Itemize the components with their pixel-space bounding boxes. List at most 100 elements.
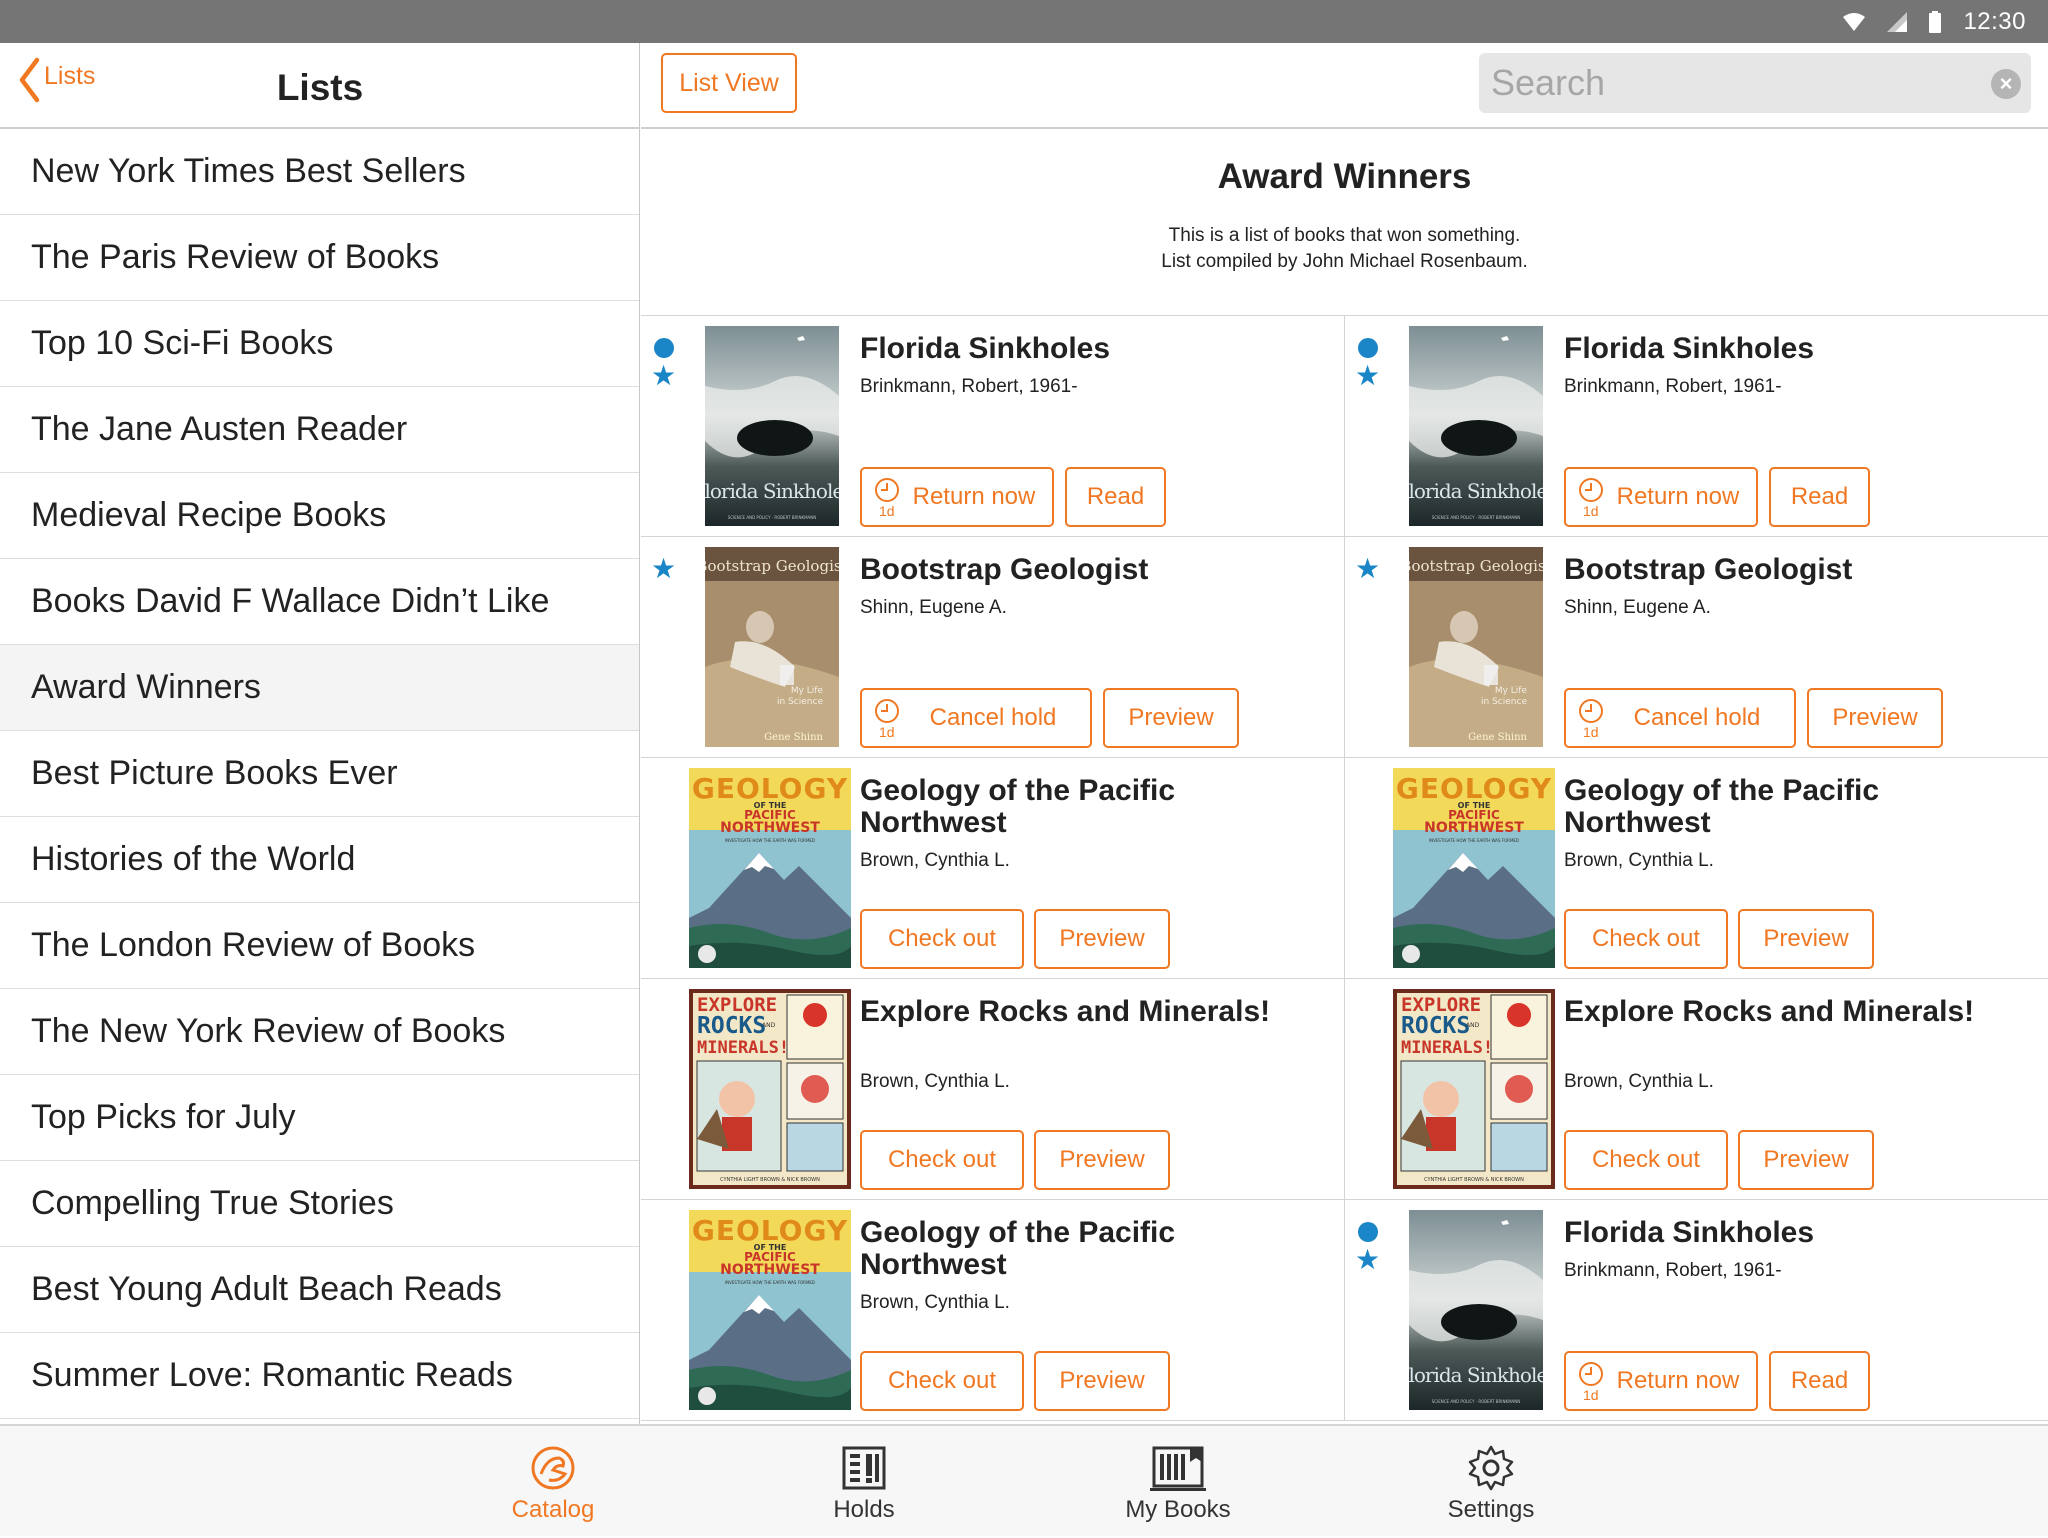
cover-title: Florida Sinkholes bbox=[1409, 1363, 1543, 1387]
preview-button[interactable]: Preview bbox=[1738, 1130, 1874, 1190]
book-card: ★ Bootstrap Geologist My Life in Science… bbox=[641, 537, 1345, 758]
button-label: Check out bbox=[1591, 925, 1701, 952]
book-cover[interactable]: Bootstrap Geologist My Life in Science G… bbox=[1409, 547, 1543, 747]
list-item[interactable]: Top 10 Sci-Fi Books bbox=[0, 301, 639, 387]
book-title[interactable]: Explore Rocks and Minerals! bbox=[860, 996, 1300, 1028]
button-label: Cancel hold bbox=[929, 704, 1057, 731]
preview-button[interactable]: Preview bbox=[1807, 688, 1943, 748]
svg-text:Bootstrap Geologist: Bootstrap Geologist bbox=[1409, 557, 1543, 575]
check-out-button[interactable]: Check out bbox=[1564, 1130, 1728, 1190]
book-title[interactable]: Bootstrap Geologist bbox=[1564, 554, 2004, 586]
button-label: Cancel hold bbox=[1633, 704, 1761, 731]
svg-text:SCIENCE AND POLICY · ROBERT BR: SCIENCE AND POLICY · ROBERT BRINKMANN bbox=[1432, 515, 1521, 520]
svg-text:SCIENCE AND POLICY · ROBERT BR: SCIENCE AND POLICY · ROBERT BRINKMANN bbox=[1432, 1399, 1521, 1404]
list-item[interactable]: Histories of the World bbox=[0, 817, 639, 903]
book-title[interactable]: Bootstrap Geologist bbox=[860, 554, 1300, 586]
preview-button[interactable]: Preview bbox=[1103, 688, 1239, 748]
book-cover[interactable]: GEOLOGY OF THE PACIFIC NORTHWEST INVESTI… bbox=[689, 1210, 851, 1410]
svg-text:My Life: My Life bbox=[791, 686, 824, 696]
list-item[interactable]: Best Picture Books Ever bbox=[0, 731, 639, 817]
button-label: Preview bbox=[1763, 925, 1849, 952]
tab-settings[interactable]: Settings bbox=[1391, 1426, 1591, 1538]
tab-my-books[interactable]: My Books bbox=[1078, 1426, 1278, 1538]
book-cover[interactable]: EXPLORE ROCKS AND MINERALS! CYNTHIA LIGH… bbox=[689, 989, 851, 1189]
book-card: ★ Bootstrap Geologist My Life in Science… bbox=[1345, 537, 2048, 758]
return-now-button[interactable]: 1d Return now bbox=[1564, 1351, 1758, 1411]
book-title[interactable]: Geology of the Pacific Northwest bbox=[860, 1217, 1300, 1281]
tab-catalog[interactable]: Catalog bbox=[453, 1426, 653, 1538]
list-item[interactable]: The Jane Austen Reader bbox=[0, 387, 639, 473]
search-input[interactable] bbox=[1479, 62, 1959, 104]
book-cover[interactable]: Florida Sinkholes SCIENCE AND POLICY · R… bbox=[1409, 1210, 1543, 1410]
lists-sidebar: Lists Lists New York Times Best Sellers T… bbox=[0, 43, 640, 1424]
book-author: Brown, Cynthia L. bbox=[860, 1292, 1010, 1313]
list-item[interactable]: Compelling True Stories bbox=[0, 1161, 639, 1247]
status-time: 12:30 bbox=[1963, 7, 2026, 35]
button-label: Return now bbox=[912, 483, 1036, 510]
book-card: GEOLOGY OF THE PACIFIC NORTHWEST INVESTI… bbox=[641, 1200, 1345, 1421]
button-label: Preview bbox=[1832, 704, 1918, 731]
list-item[interactable]: Top Picks for July bbox=[0, 1075, 639, 1161]
return-now-button[interactable]: 1d Return now bbox=[1564, 467, 1758, 527]
check-out-button[interactable]: Check out bbox=[860, 1351, 1024, 1411]
list-item[interactable]: The New York Review of Books bbox=[0, 989, 639, 1075]
read-button[interactable]: Read bbox=[1769, 467, 1870, 527]
list-item[interactable]: The Paris Review of Books bbox=[0, 215, 639, 301]
button-label: Return now bbox=[1616, 483, 1740, 510]
list-item[interactable]: Medieval Recipe Books bbox=[0, 473, 639, 559]
button-label: Check out bbox=[887, 1146, 997, 1173]
book-cover[interactable]: Florida Sinkholes SCIENCE AND POLICY · R… bbox=[705, 326, 839, 526]
button-label: Return now bbox=[1616, 1367, 1740, 1394]
loan-duration-badge: 1d bbox=[1583, 1387, 1599, 1403]
book-cover[interactable]: Florida Sinkholes SCIENCE AND POLICY · R… bbox=[1409, 326, 1543, 526]
return-now-button[interactable]: 1d Return now bbox=[860, 467, 1054, 527]
book-author: Brinkmann, Robert, 1961- bbox=[1564, 1260, 1782, 1281]
bottom-tab-bar: Catalog Holds My Books Settings bbox=[0, 1424, 2048, 1536]
star-icon: ★ bbox=[651, 553, 677, 584]
check-out-button[interactable]: Check out bbox=[860, 1130, 1024, 1190]
list-description: This is a list of books that won somethi… bbox=[1168, 225, 1521, 246]
book-cover[interactable]: EXPLORE ROCKS AND MINERALS! CYNTHIA LIGH… bbox=[1393, 989, 1555, 1189]
book-title[interactable]: Florida Sinkholes bbox=[860, 333, 1300, 365]
list-item[interactable]: Best Young Adult Beach Reads bbox=[0, 1247, 639, 1333]
book-title[interactable]: Geology of the Pacific Northwest bbox=[860, 775, 1300, 839]
catalog-icon bbox=[529, 1444, 577, 1492]
book-cover[interactable]: Bootstrap Geologist My Life in Science G… bbox=[705, 547, 839, 747]
check-out-button[interactable]: Check out bbox=[1564, 909, 1728, 969]
list-item[interactable]: Books David F Wallace Didn’t Like bbox=[0, 559, 639, 645]
cover-title: Florida Sinkholes bbox=[705, 479, 839, 503]
read-button[interactable]: Read bbox=[1065, 467, 1166, 527]
list-item[interactable]: The London Review of Books bbox=[0, 903, 639, 989]
book-title[interactable]: Geology of the Pacific Northwest bbox=[1564, 775, 2004, 839]
book-cover[interactable]: GEOLOGY OF THE PACIFIC NORTHWEST INVESTI… bbox=[689, 768, 851, 968]
list-view-button[interactable]: List View bbox=[661, 53, 797, 113]
list-item[interactable]: New York Times Best Sellers bbox=[0, 129, 639, 215]
list-compiler: List compiled by John Michael Rosenbaum. bbox=[1161, 251, 1528, 272]
preview-button[interactable]: Preview bbox=[1034, 1130, 1170, 1190]
book-title[interactable]: Explore Rocks and Minerals! bbox=[1564, 996, 2004, 1028]
check-out-button[interactable]: Check out bbox=[860, 909, 1024, 969]
cancel-hold-button[interactable]: 1d Cancel hold bbox=[1564, 688, 1796, 748]
book-author: Brown, Cynthia L. bbox=[1564, 850, 1714, 871]
cancel-hold-button[interactable]: 1d Cancel hold bbox=[860, 688, 1092, 748]
svg-text:Gene Shinn: Gene Shinn bbox=[1468, 732, 1527, 743]
preview-button[interactable]: Preview bbox=[1034, 1351, 1170, 1411]
svg-text:AND: AND bbox=[1466, 1022, 1480, 1029]
clear-search-icon[interactable]: × bbox=[1991, 69, 2021, 99]
book-author: Shinn, Eugene A. bbox=[860, 597, 1007, 618]
signal-icon bbox=[1887, 11, 1908, 32]
read-button[interactable]: Read bbox=[1769, 1351, 1870, 1411]
svg-text:in Science: in Science bbox=[1481, 697, 1527, 707]
preview-button[interactable]: Preview bbox=[1738, 909, 1874, 969]
preview-button[interactable]: Preview bbox=[1034, 909, 1170, 969]
tab-holds[interactable]: Holds bbox=[764, 1426, 964, 1538]
book-title[interactable]: Florida Sinkholes bbox=[1564, 1217, 2004, 1249]
svg-text:CYNTHIA LIGHT BROWN & NICK BRO: CYNTHIA LIGHT BROWN & NICK BROWN bbox=[720, 1177, 820, 1183]
button-label: Check out bbox=[887, 1367, 997, 1394]
book-title[interactable]: Florida Sinkholes bbox=[1564, 333, 2004, 365]
book-cover[interactable]: GEOLOGY OF THE PACIFIC NORTHWEST INVESTI… bbox=[1393, 768, 1555, 968]
list-item[interactable]: Award Winners bbox=[0, 645, 639, 731]
list-item[interactable]: Summer Love: Romantic Reads bbox=[0, 1333, 639, 1419]
star-icon: ★ bbox=[651, 360, 677, 391]
book-grid: ★ Florida Sinkholes SCIENCE AND POLICY ·… bbox=[641, 316, 2048, 1421]
